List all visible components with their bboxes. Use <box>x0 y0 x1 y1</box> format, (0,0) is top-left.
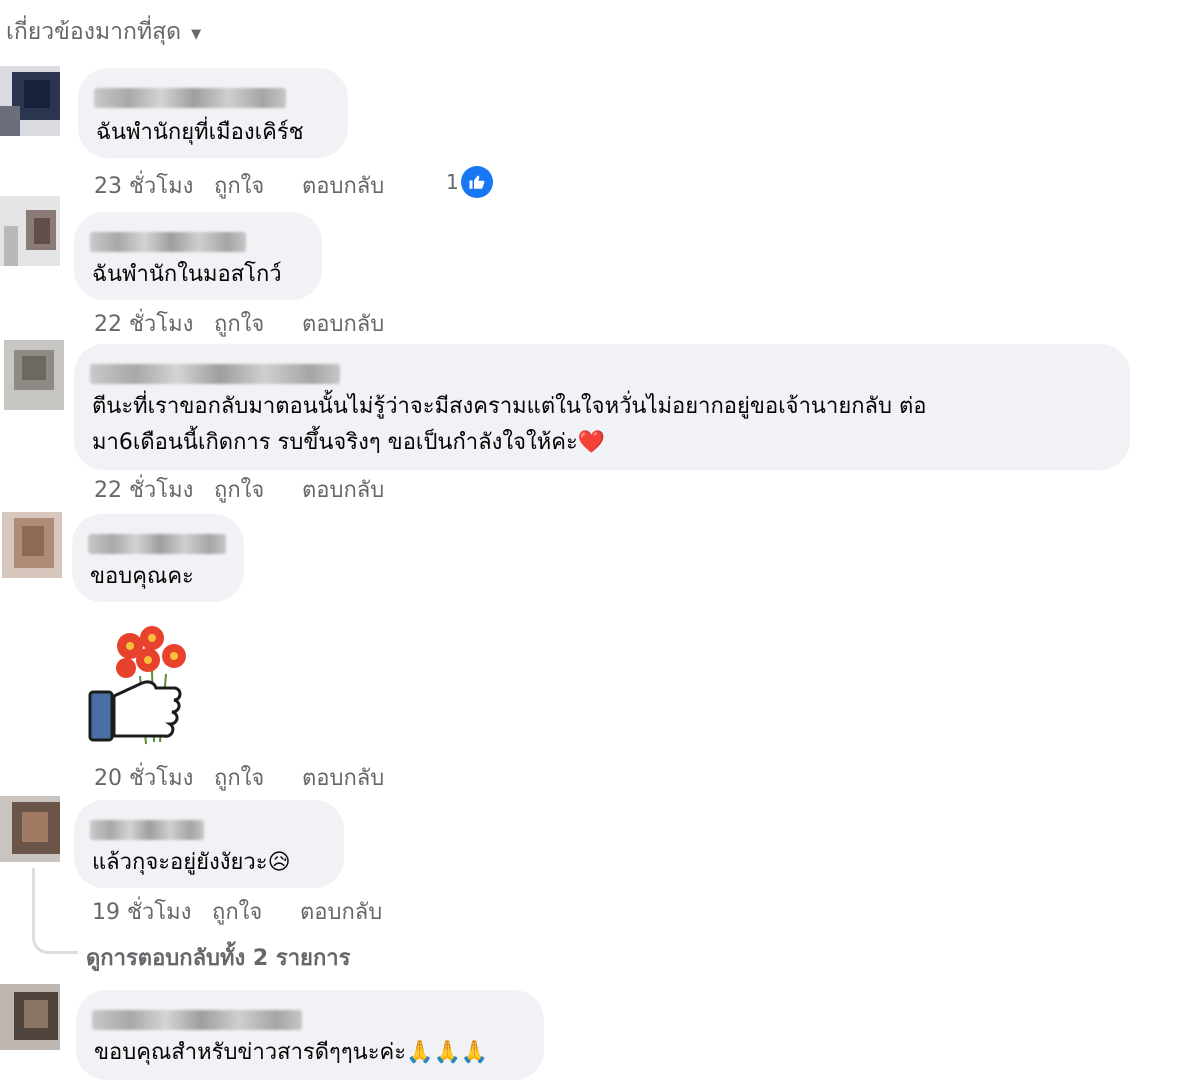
reply-button[interactable]: ตอบกลับ <box>302 760 384 795</box>
commenter-name[interactable] <box>90 364 340 384</box>
like-button[interactable]: ถูกใจ <box>214 760 302 795</box>
reaction-count: 1 <box>446 170 459 194</box>
like-button[interactable]: ถูกใจ <box>212 894 300 929</box>
comment-bubble: ฉันพำนักในมอสโกว์ <box>74 212 322 300</box>
comment-timestamp[interactable]: 23 ชั่วโมง <box>94 168 214 203</box>
comment-actions: 22 ชั่วโมง ถูกใจ ตอบกลับ <box>94 306 384 341</box>
avatar[interactable] <box>4 340 64 410</box>
comment-text: ขอบคุณคะ <box>90 564 194 589</box>
like-button[interactable]: ถูกใจ <box>214 472 302 507</box>
reply-button[interactable]: ตอบกลับ <box>302 168 384 203</box>
thumbs-up-icon <box>460 166 493 198</box>
comment-text: ตีนะที่เราขอกลับมาตอนนั้นไม่รู้ว่าจะมีสง… <box>92 394 927 419</box>
reply-button[interactable]: ตอบกลับ <box>300 894 382 929</box>
comment-actions: 23 ชั่วโมง ถูกใจ ตอบกลับ <box>94 168 384 203</box>
comments-panel: เกี่ยวข้องมากที่สุด ▼ ฉันพำนักยุที่เมือง… <box>0 0 1200 1087</box>
reply-thread-line <box>32 868 78 954</box>
comment-timestamp[interactable]: 22 ชั่วโมง <box>94 472 214 507</box>
sort-dropdown[interactable]: เกี่ยวข้องมากที่สุด ▼ <box>6 14 201 50</box>
comment-actions: 19 ชั่วโมง ถูกใจ ตอบกลับ <box>92 894 382 929</box>
comment-actions: 22 ชั่วโมง ถูกใจ ตอบกลับ <box>94 472 384 507</box>
commenter-name[interactable] <box>88 534 226 554</box>
commenter-name[interactable] <box>94 88 286 108</box>
avatar[interactable] <box>0 196 60 266</box>
comment-text: ขอบคุณสำหรับข่าวสารดีๆๆนะค่ะ🙏🙏🙏 <box>94 1040 489 1065</box>
comment-text: แล้วกุจะอยู่ยังงัยวะ😥 <box>92 850 291 875</box>
flower-bouquet-sticker <box>88 626 186 745</box>
reply-button[interactable]: ตอบกลับ <box>302 306 384 341</box>
avatar[interactable] <box>0 66 60 136</box>
view-replies-link[interactable]: ดูการตอบกลับทั้ง 2 รายการ <box>86 940 350 975</box>
comment-timestamp[interactable]: 20 ชั่วโมง <box>94 760 214 795</box>
commenter-name[interactable] <box>90 232 246 252</box>
comment-text: ฉันพำนักในมอสโกว์ <box>92 262 282 287</box>
comment-text: มา6เดือนนี้เกิดการ รบขึ้นจริงๆ ขอเป็นกำล… <box>92 430 606 455</box>
avatar[interactable] <box>2 512 62 582</box>
like-button[interactable]: ถูกใจ <box>214 306 302 341</box>
comment-timestamp[interactable]: 22 ชั่วโมง <box>94 306 214 341</box>
like-button[interactable]: ถูกใจ <box>214 168 302 203</box>
reply-button[interactable]: ตอบกลับ <box>302 472 384 507</box>
avatar[interactable] <box>0 984 60 1054</box>
comment-bubble: ขอบคุณสำหรับข่าวสารดีๆๆนะค่ะ🙏🙏🙏 <box>76 990 544 1080</box>
comment-text: ฉันพำนักยุที่เมืองเคิร์ช <box>96 120 304 145</box>
comment-timestamp[interactable]: 19 ชั่วโมง <box>92 894 212 929</box>
avatar[interactable] <box>0 796 60 866</box>
comment-actions: 20 ชั่วโมง ถูกใจ ตอบกลับ <box>94 760 384 795</box>
comment-bubble: ตีนะที่เราขอกลับมาตอนนั้นไม่รู้ว่าจะมีสง… <box>74 344 1130 470</box>
commenter-name[interactable] <box>90 820 204 840</box>
comment-bubble: ขอบคุณคะ <box>72 514 244 602</box>
commenter-name[interactable] <box>92 1010 302 1030</box>
reaction-summary[interactable]: 1 <box>446 166 493 198</box>
comment-bubble: ฉันพำนักยุที่เมืองเคิร์ช <box>78 68 348 158</box>
sort-label: เกี่ยวข้องมากที่สุด <box>6 19 182 45</box>
comment-bubble: แล้วกุจะอยู่ยังงัยวะ😥 <box>74 800 344 888</box>
caret-down-icon: ▼ <box>191 26 202 42</box>
